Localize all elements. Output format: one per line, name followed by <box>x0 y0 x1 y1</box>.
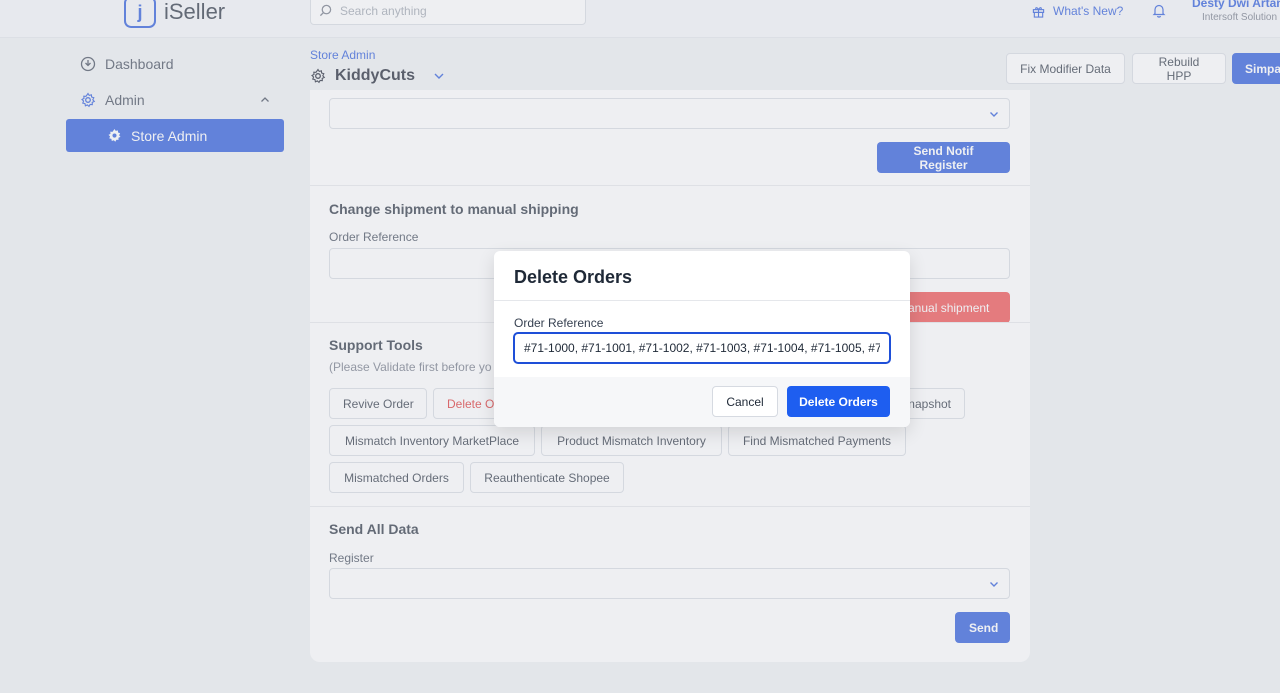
order-reference-input[interactable] <box>513 332 891 364</box>
delete-orders-dialog: Delete Orders Order Reference Cancel Del… <box>494 251 910 427</box>
delete-orders-button[interactable]: Delete Orders <box>787 386 890 417</box>
dialog-title: Delete Orders <box>514 267 633 287</box>
dialog-divider <box>494 300 910 301</box>
cancel-button[interactable]: Cancel <box>712 386 778 417</box>
order-reference-label: Order Reference <box>514 316 604 330</box>
